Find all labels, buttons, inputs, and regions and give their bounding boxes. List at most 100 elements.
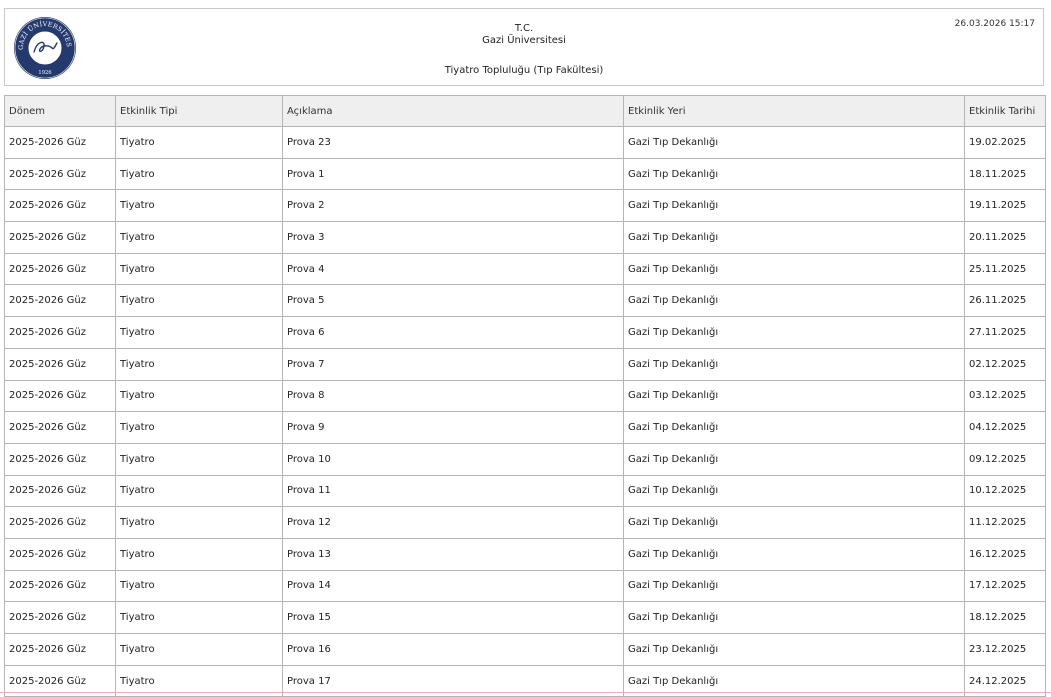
table-cell: 2025-2026 Güz [4,379,116,413]
table-cell: 27.11.2025 [964,316,1046,349]
table-cell: 2025-2026 Güz [4,537,116,571]
table-cell: Prova 2 [282,189,624,223]
table-cell: 03.12.2025 [964,379,1046,413]
table-cell: Prova 8 [282,379,624,413]
table-cell: Tiyatro [115,316,283,349]
table-cell: 02.12.2025 [964,347,1046,381]
table-cell: Tiyatro [115,411,283,444]
organization-name: T.C. Gazi Üniversitesi [5,23,1043,47]
table-cell: 04.12.2025 [964,411,1046,444]
print-timestamp: 26.03.2026 15:17 [954,19,1035,29]
table-row: 2025-2026 Güz Tiyatro Prova 23 Gazi Tıp Dek… [4,126,1046,159]
table-cell: Prova 5 [282,284,624,318]
table-cell: Tiyatro [115,442,283,476]
table-cell: 2025-2026 Güz [4,157,116,191]
table-cell: Prova 4 [282,252,624,286]
column-header: Etkinlik Yeri [623,95,965,127]
table-cell: Tiyatro [115,379,283,413]
table-cell: Prova 15 [282,601,624,634]
table-cell: Tiyatro [115,569,283,603]
table-row: 2025-2026 Güz Tiyatro Prova 11 Gazi Tıp Dek… [4,474,1046,508]
table-row: 2025-2026 Güz Tiyatro Prova 13 Gazi Tıp Dek… [4,537,1046,571]
table-cell: 2025-2026 Güz [4,411,116,444]
event-list-table: Dönem Etkinlik Tipi Açıklama Etkinlik Yeri E… [4,95,1046,697]
table-cell: Gazi Tıp Dekanlığı [623,252,965,286]
table-cell: Prova 3 [282,221,624,254]
table-cell: 25.11.2025 [964,252,1046,286]
table-cell: 2025-2026 Güz [4,252,116,286]
table-cell: 2025-2026 Güz [4,126,116,159]
table-cell: 19.11.2025 [964,189,1046,223]
table-row: 2025-2026 Güz Tiyatro Prova 15 Gazi Tıp Dek… [4,601,1046,634]
table-cell: Tiyatro [115,633,283,666]
table-cell: 26.11.2025 [964,284,1046,318]
table-cell: Prova 11 [282,474,624,508]
table-cell: 11.12.2025 [964,506,1046,539]
table-row: 2025-2026 Güz Tiyatro Prova 9 Gazi Tıp Deka… [4,411,1046,444]
table-cell: Tiyatro [115,221,283,254]
table-cell: 16.12.2025 [964,537,1046,571]
table-body: 2025-2026 Güz Tiyatro Prova 23 Gazi Tıp Dek… [4,126,1046,697]
table-cell: Tiyatro [115,601,283,634]
table-cell: 2025-2026 Güz [4,189,116,223]
table-cell: Gazi Tıp Dekanlığı [623,411,965,444]
table-cell: Prova 13 [282,537,624,571]
table-cell: Gazi Tıp Dekanlığı [623,221,965,254]
table-cell: Prova 1 [282,157,624,191]
table-cell: Tiyatro [115,537,283,571]
table-cell: 2025-2026 Güz [4,506,116,539]
table-row: 2025-2026 Güz Tiyatro Prova 5 Gazi Tıp Deka… [4,284,1046,318]
table-cell: Gazi Tıp Dekanlığı [623,601,965,634]
table-cell: Gazi Tıp Dekanlığı [623,126,965,159]
table-row: 2025-2026 Güz Tiyatro Prova 1 Gazi Tıp Deka… [4,157,1046,191]
table-cell: 2025-2026 Güz [4,347,116,381]
table-cell: 19.02.2025 [964,126,1046,159]
table-cell: Prova 16 [282,633,624,666]
table-cell: Tiyatro [115,506,283,539]
table-cell: Prova 6 [282,316,624,349]
table-cell: Gazi Tıp Dekanlığı [623,633,965,666]
table-cell: 20.11.2025 [964,221,1046,254]
table-cell: Prova 7 [282,347,624,381]
column-header: Dönem [4,95,116,127]
table-row: 2025-2026 Güz Tiyatro Prova 2 Gazi Tıp Deka… [4,189,1046,223]
table-cell: 18.12.2025 [964,601,1046,634]
table-cell: Prova 23 [282,126,624,159]
table-cell: Gazi Tıp Dekanlığı [623,379,965,413]
table-row: 2025-2026 Güz Tiyatro Prova 4 Gazi Tıp Deka… [4,252,1046,286]
table-cell: Tiyatro [115,474,283,508]
table-cell: 2025-2026 Güz [4,633,116,666]
table-cell: Gazi Tıp Dekanlığı [623,537,965,571]
table-cell: Gazi Tıp Dekanlığı [623,442,965,476]
table-cell: Tiyatro [115,126,283,159]
table-cell: Tiyatro [115,157,283,191]
table-cell: Gazi Tıp Dekanlığı [623,189,965,223]
table-cell: Gazi Tıp Dekanlığı [623,347,965,381]
table-cell: 2025-2026 Güz [4,569,116,603]
table-cell: Prova 9 [282,411,624,444]
table-cell: 10.12.2025 [964,474,1046,508]
table-cell: Gazi Tıp Dekanlığı [623,474,965,508]
table-cell: 09.12.2025 [964,442,1046,476]
table-header-row: Dönem Etkinlik Tipi Açıklama Etkinlik Yeri E… [4,95,1046,127]
table-row: 2025-2026 Güz Tiyatro Prova 3 Gazi Tıp Deka… [4,221,1046,254]
table-cell: 2025-2026 Güz [4,316,116,349]
table-cell: 23.12.2025 [964,633,1046,666]
table-cell: 2025-2026 Güz [4,474,116,508]
column-header: Açıklama [282,95,624,127]
table-row: 2025-2026 Güz Tiyatro Prova 6 Gazi Tıp Deka… [4,316,1046,349]
table-row: 2025-2026 Güz Tiyatro Prova 8 Gazi Tıp Deka… [4,379,1046,413]
table-cell: Gazi Tıp Dekanlığı [623,316,965,349]
table-row: 2025-2026 Güz Tiyatro Prova 12 Gazi Tıp Dek… [4,506,1046,539]
column-header: Etkinlik Tarihi [964,95,1046,127]
table-row: 2025-2026 Güz Tiyatro Prova 16 Gazi Tıp Dek… [4,633,1046,666]
table-cell: 2025-2026 Güz [4,442,116,476]
page-edge-line [0,692,1051,693]
table-cell: Tiyatro [115,189,283,223]
unit-name: Tiyatro Topluluğu (Tıp Fakültesi) [444,65,604,76]
table-row: 2025-2026 Güz Tiyatro Prova 7 Gazi Tıp Deka… [4,347,1046,381]
table-cell: Prova 10 [282,442,624,476]
org-line-1: T.C. [514,23,534,34]
table-cell: 2025-2026 Güz [4,601,116,634]
table-cell: 18.11.2025 [964,157,1046,191]
